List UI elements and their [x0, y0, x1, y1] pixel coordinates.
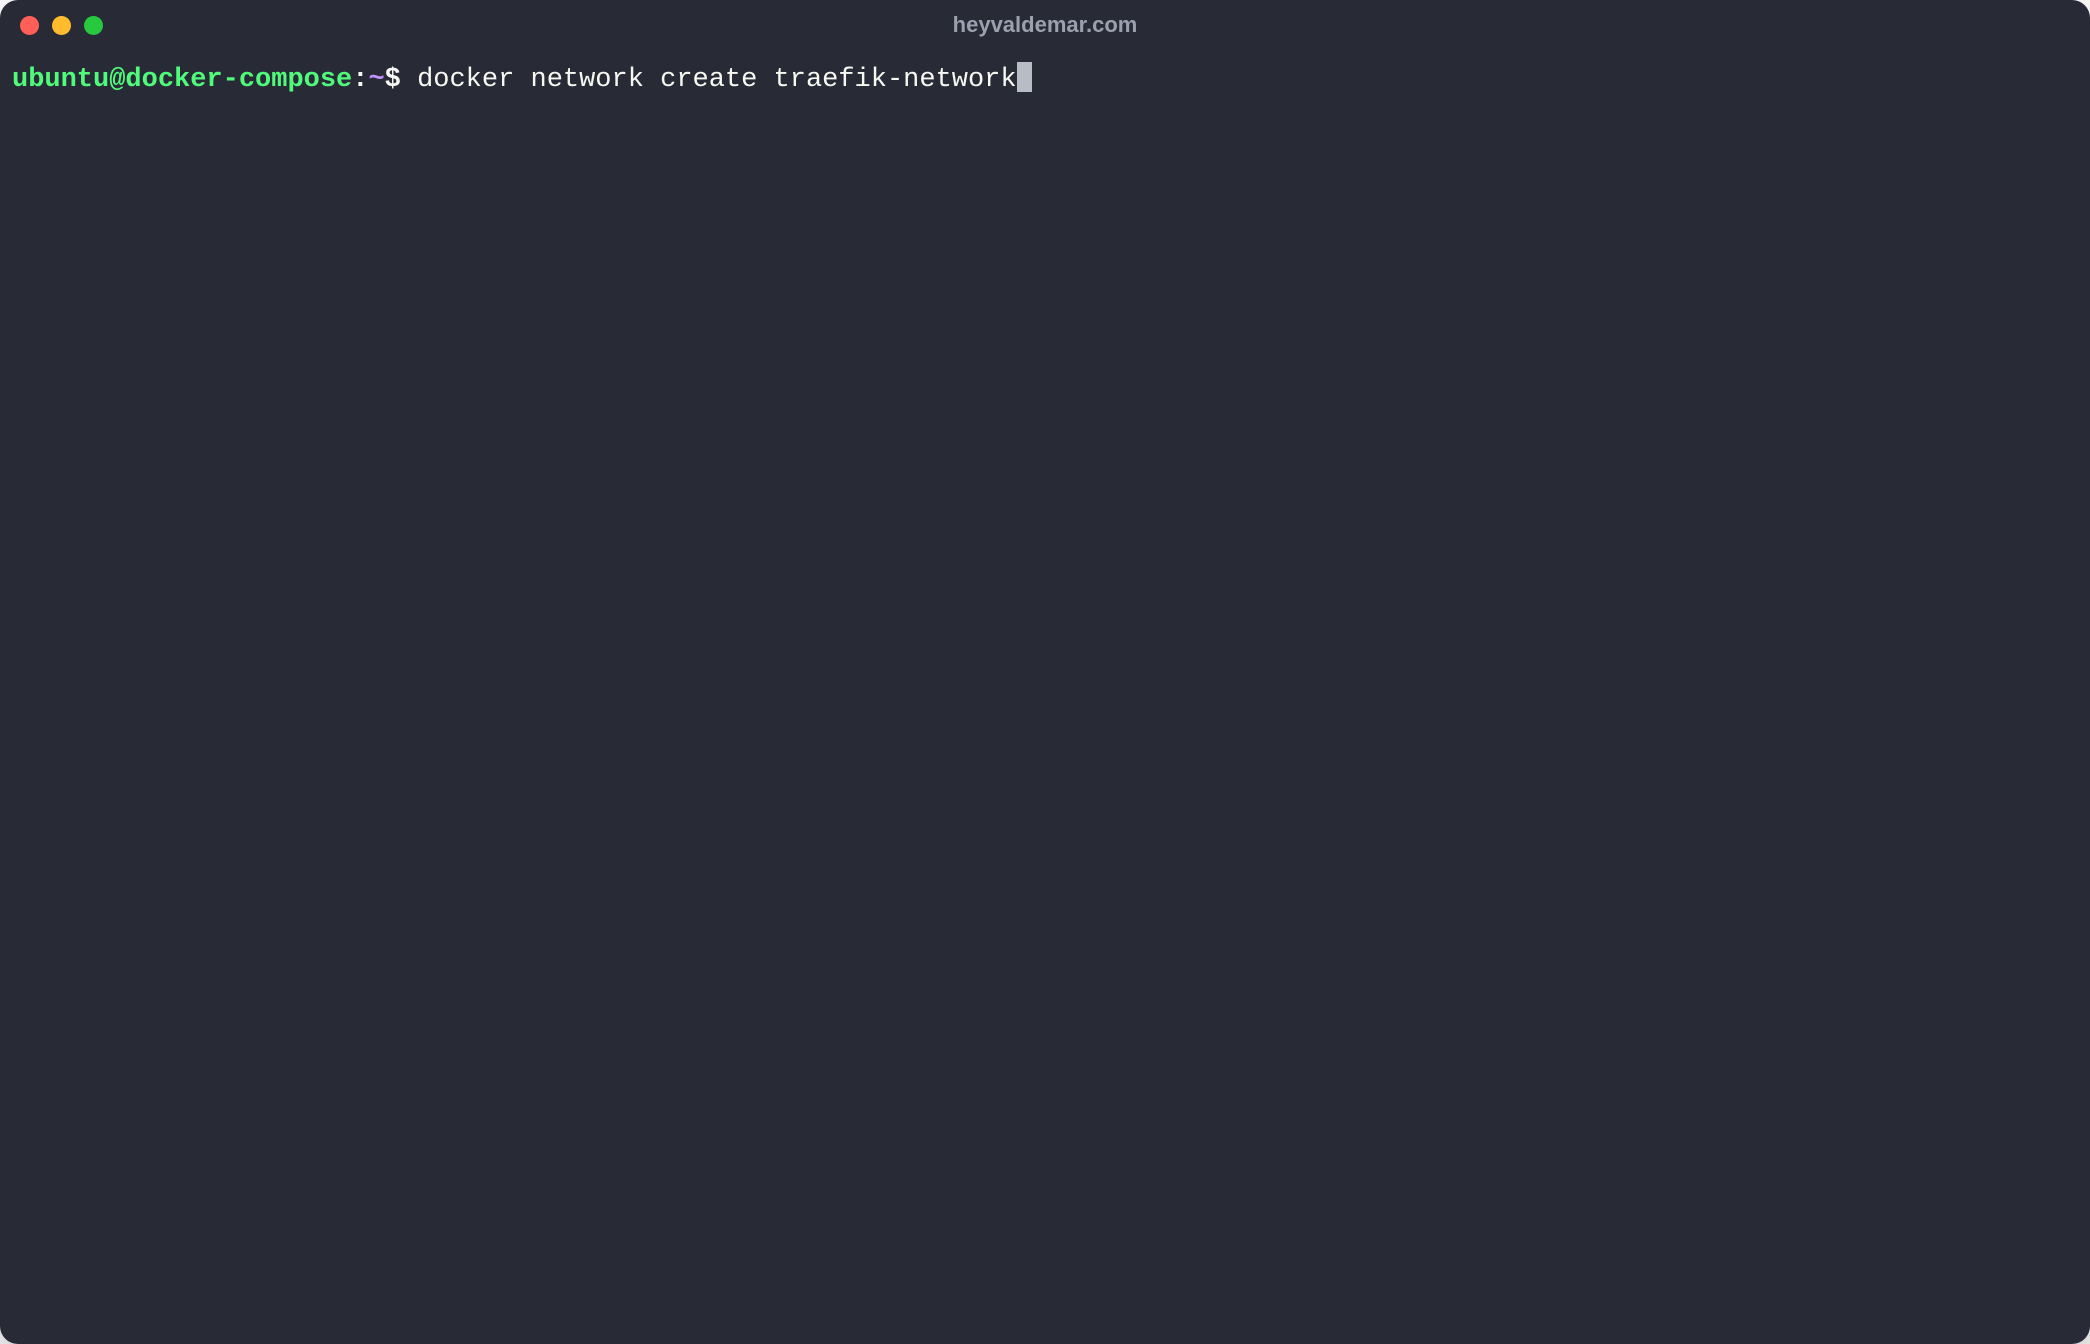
prompt-colon: :	[352, 62, 368, 100]
prompt-symbol: $	[385, 62, 401, 100]
prompt-path: ~	[368, 62, 384, 100]
maximize-button[interactable]	[84, 16, 103, 35]
terminal-window: heyvaldemar.com ubuntu@docker-compose:~$…	[0, 0, 2090, 1344]
terminal-body[interactable]: ubuntu@docker-compose:~$ docker network …	[0, 50, 2090, 1344]
close-button[interactable]	[20, 16, 39, 35]
title-bar: heyvaldemar.com	[0, 0, 2090, 50]
command-text: docker network create traefik-network	[401, 62, 1017, 100]
minimize-button[interactable]	[52, 16, 71, 35]
traffic-lights	[20, 16, 103, 35]
window-title: heyvaldemar.com	[953, 12, 1138, 38]
command-value: docker network create traefik-network	[417, 65, 1017, 95]
cursor-icon	[1017, 62, 1032, 92]
prompt-user-host: ubuntu@docker-compose	[12, 62, 352, 100]
prompt-line: ubuntu@docker-compose:~$ docker network …	[12, 62, 2078, 100]
